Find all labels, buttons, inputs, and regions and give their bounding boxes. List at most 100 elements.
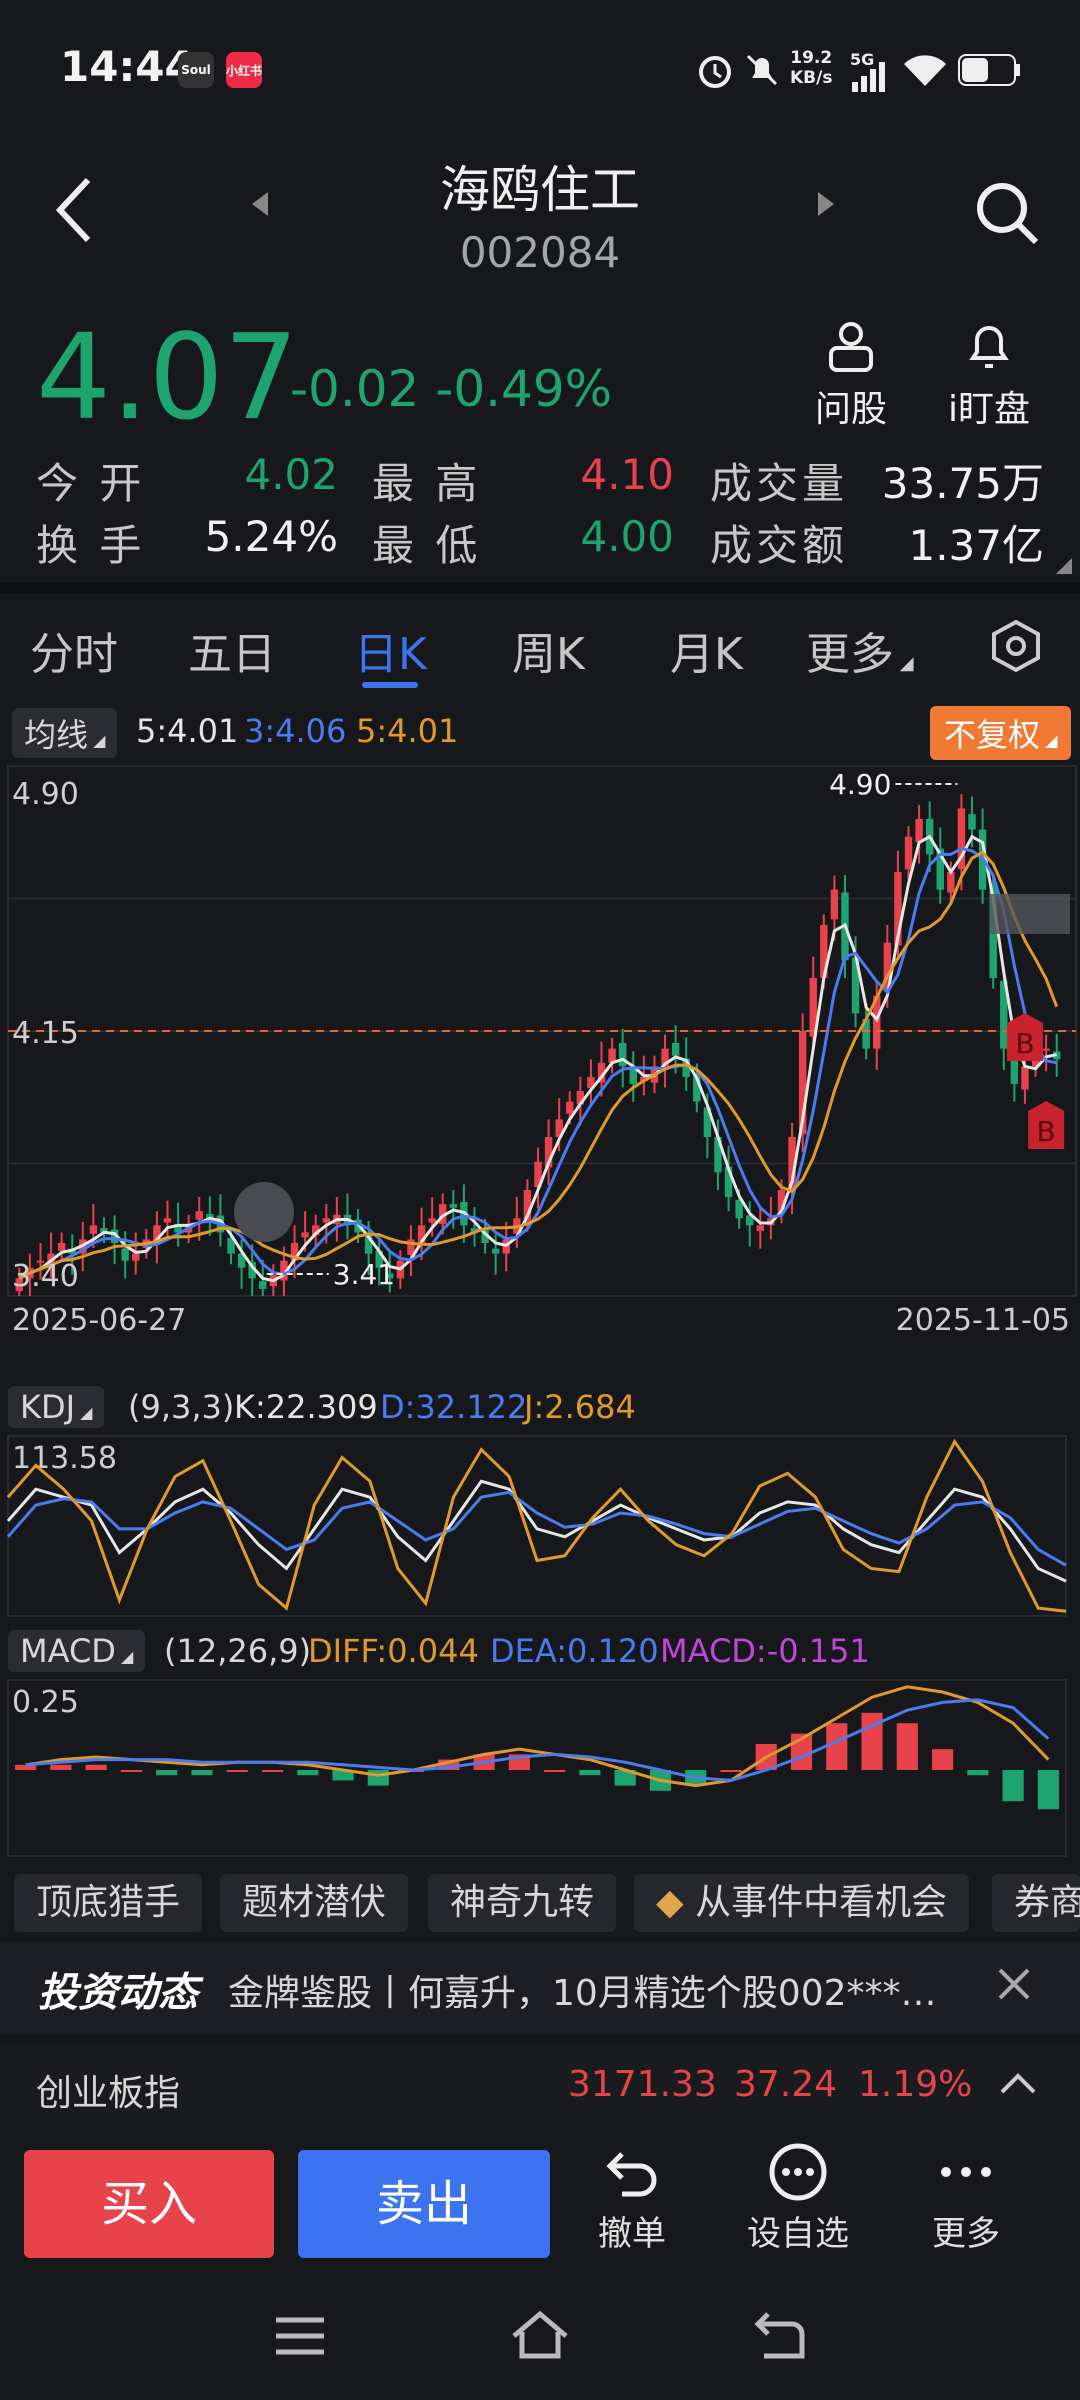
macd-bar <box>367 1770 389 1786</box>
adjust-selector[interactable]: 不复权 ◢ <box>930 706 1072 760</box>
ytick-top: 4.90 <box>12 777 79 812</box>
candle-body <box>449 1204 458 1208</box>
macd-bar <box>191 1770 213 1776</box>
macd-bar <box>120 1770 143 1772</box>
candle-body <box>163 1218 172 1223</box>
news-brand: 投资动态 <box>38 1970 198 2016</box>
macd-bar <box>50 1764 72 1770</box>
tab-five-day[interactable]: 五日 <box>188 618 276 682</box>
home-nav-icon[interactable] <box>510 2310 570 2360</box>
close-icon[interactable] <box>996 1966 1032 2002</box>
tab-more[interactable]: 更多 ◢ <box>806 618 914 682</box>
volume-value: 33.75万 <box>881 459 1044 508</box>
chevron-up-icon[interactable] <box>998 2070 1038 2098</box>
mute-bell-icon <box>746 54 778 86</box>
tab-weekly-k[interactable]: 周K <box>512 618 585 682</box>
search-icon[interactable] <box>972 178 1042 248</box>
candle-body <box>57 1243 66 1251</box>
candle-body <box>89 1225 98 1234</box>
ytick-mid: 4.15 <box>12 1016 79 1051</box>
ma5b-value: 5:4.01 <box>356 712 459 750</box>
kdj-selector[interactable]: KDJ ◢ <box>8 1386 105 1428</box>
candle-body <box>121 1248 129 1261</box>
menu-nav-icon[interactable] <box>272 2314 328 2358</box>
shortcut-event-opportunity[interactable]: ◆ 从事件中看机会 <box>634 1874 970 1932</box>
tab-intraday[interactable]: 分时 <box>30 618 118 682</box>
candle-body <box>947 872 955 893</box>
candle-body <box>629 1069 637 1084</box>
macd-selector[interactable]: MACD ◢ <box>8 1630 146 1672</box>
macd-params: (12,26,9) <box>164 1632 312 1670</box>
macd-macd: MACD:-0.151 <box>660 1632 870 1670</box>
pan-handle <box>234 1182 294 1242</box>
macd-bar <box>1002 1770 1024 1802</box>
back-nav-icon[interactable] <box>752 2310 808 2360</box>
ma5-value: 5:4.01 <box>136 712 239 750</box>
diamond-icon: ◆ <box>656 1882 684 1923</box>
wifi-icon <box>904 55 946 86</box>
shortcut-broker[interactable]: 券商 <box>992 1874 1080 1932</box>
news-text[interactable]: 金牌鉴股丨何嘉升，10月精选个股002***… <box>228 1964 948 2016</box>
more-button[interactable]: 更多 <box>906 2142 1026 2255</box>
settings-hex-icon[interactable] <box>988 618 1044 674</box>
next-stock-icon[interactable] <box>814 190 838 218</box>
candlestick-chart[interactable]: 4.15 4.90 3.40 4.90 3.41 B B 2025-06-27 2025-11-… <box>0 756 1080 1336</box>
macd-bar <box>720 1770 742 1772</box>
macd-bar <box>896 1723 918 1770</box>
sell-button[interactable]: 卖出 <box>298 2150 550 2258</box>
macd-bar <box>156 1770 178 1776</box>
macd-bar <box>297 1770 319 1776</box>
x-start-date: 2025-06-27 <box>12 1303 186 1336</box>
ma-selector[interactable]: 均线 ◢ <box>12 708 118 758</box>
macd-dea: DEA:0.120 <box>490 1632 659 1670</box>
kdj-frame <box>7 1435 1067 1617</box>
kdj-chart: 113.58 <box>6 1435 1067 1617</box>
macd-diff: DIFF:0.044 <box>308 1632 479 1670</box>
high-label: 最 高 <box>372 459 482 508</box>
buy-button[interactable]: 买入 <box>24 2150 274 2258</box>
low-value: 4.00 <box>580 512 674 561</box>
open-value: 4.02 <box>244 450 338 499</box>
amount-value: 1.37亿 <box>908 521 1044 570</box>
bell-icon <box>969 326 1009 368</box>
undo-icon <box>606 2152 657 2197</box>
candle-body <box>322 1218 330 1223</box>
volume-label: 成交量 <box>710 459 849 508</box>
kdj-params: (9,3,3) <box>128 1388 235 1426</box>
shortcut-bottom-hunter[interactable]: 顶底猎手 <box>14 1874 203 1932</box>
add-watchlist-button[interactable]: 设自选 <box>738 2142 858 2255</box>
last-price: 4.07 <box>36 308 299 446</box>
amount-label: 成交额 <box>710 521 849 570</box>
robot-icon <box>829 322 873 372</box>
shortcut-magic-nine[interactable]: 神奇九转 <box>428 1874 617 1932</box>
candle-body <box>830 889 839 920</box>
candle-body <box>1042 1048 1050 1051</box>
macd-bar <box>85 1764 107 1770</box>
macd-bar <box>826 1723 848 1770</box>
buy-signal-label: B <box>1037 1115 1056 1148</box>
candle-body <box>756 1225 765 1231</box>
index-change: 37.24 <box>734 2064 838 2105</box>
shortcut-theme-lurk[interactable]: 题材潜伏 <box>220 1874 409 1932</box>
active-tab-indicator <box>362 682 418 688</box>
watch-button[interactable]: i盯盘 <box>934 318 1044 432</box>
tab-daily-k[interactable]: 日K <box>354 618 427 682</box>
zoom-handle <box>990 894 1070 934</box>
min-price-label: 3.41 <box>333 1258 395 1291</box>
ytick-bottom: 3.40 <box>12 1259 79 1294</box>
candle-body <box>491 1248 500 1254</box>
cancel-order-button[interactable]: 撤单 <box>572 2142 692 2255</box>
macd-chart: 0.25 <box>7 1679 1067 1857</box>
ask-stock-button[interactable]: 问股 <box>796 318 906 432</box>
tab-monthly-k[interactable]: 月K <box>670 618 743 682</box>
macd-dea-line <box>25 1698 1050 1782</box>
expand-corner-icon[interactable] <box>1054 556 1074 576</box>
x-end-date: 2025-11-05 <box>896 1303 1070 1336</box>
candle-body <box>968 814 976 830</box>
kdj-j: J:2.684 <box>524 1388 636 1426</box>
kdj-k-line <box>6 1479 1067 1583</box>
candle-body <box>301 1232 309 1238</box>
battery-icon <box>958 54 1020 86</box>
soul-app-icon: Soul <box>178 52 214 88</box>
candle-body <box>1021 1066 1029 1090</box>
